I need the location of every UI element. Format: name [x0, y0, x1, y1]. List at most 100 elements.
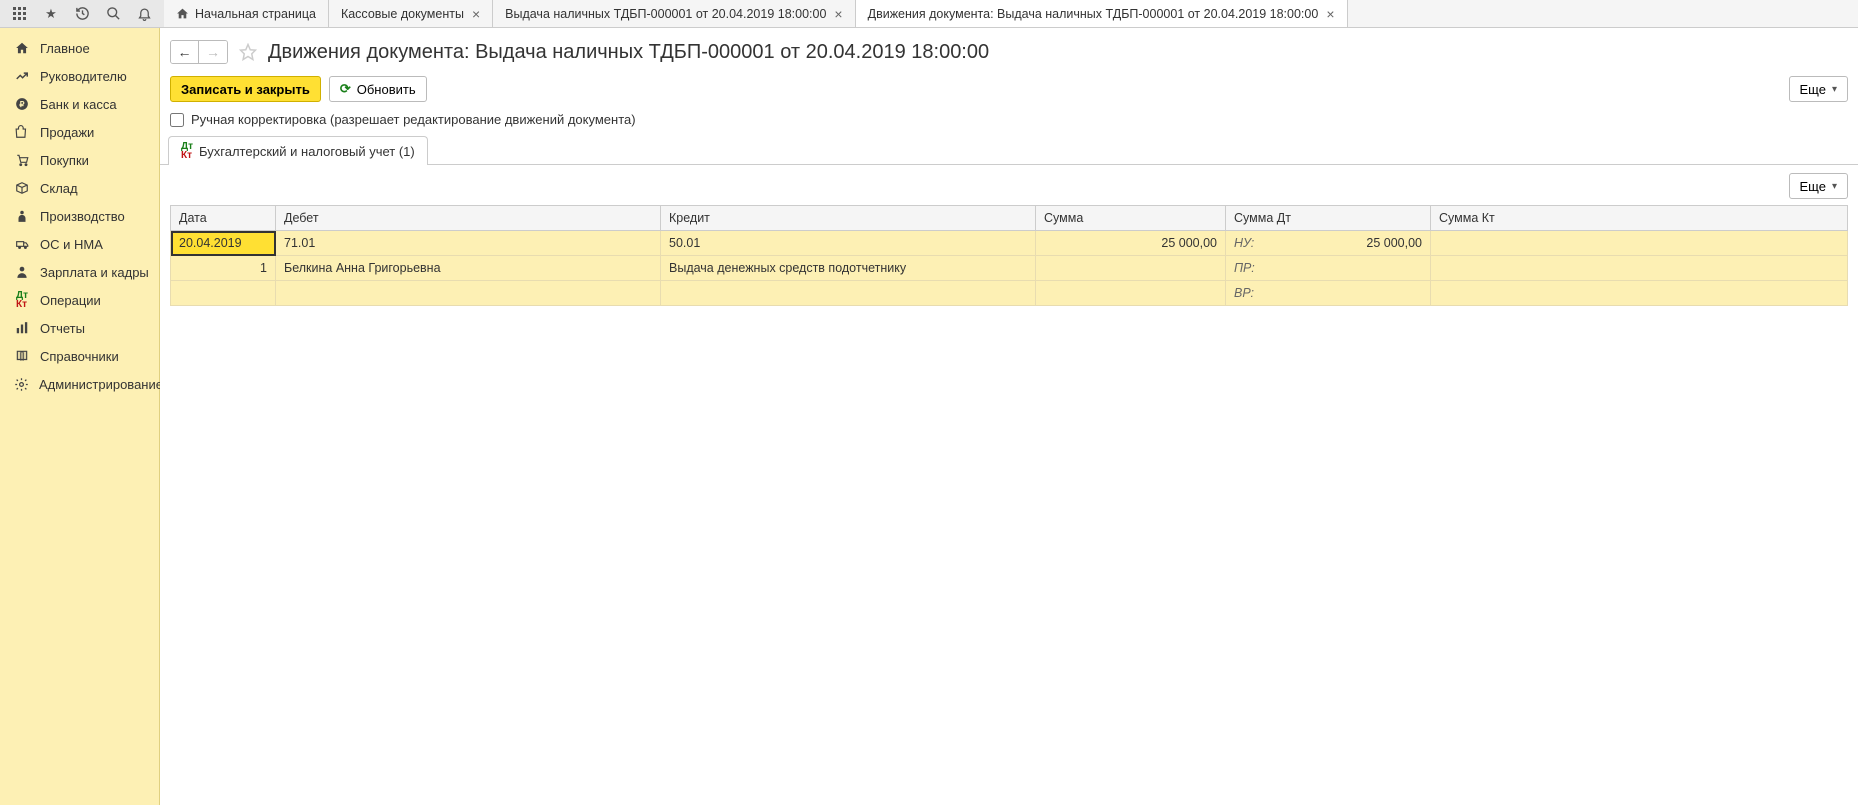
cell-nu[interactable]: НУ:25 000,00	[1226, 231, 1431, 256]
sidebar-item[interactable]: Зарплата и кадры	[0, 258, 159, 286]
home-icon	[176, 7, 189, 20]
tab-label: Кассовые документы	[341, 7, 464, 21]
svg-text:₽: ₽	[19, 100, 24, 109]
sidebar-item[interactable]: Покупки	[0, 146, 159, 174]
accounting-tab[interactable]: ДтКт Бухгалтерский и налоговый учет (1)	[168, 136, 428, 165]
cell-summa[interactable]: 25 000,00	[1036, 231, 1226, 256]
sidebar-item[interactable]: Администрирование	[0, 370, 159, 398]
sidebar-item-label: Производство	[40, 209, 125, 224]
tab[interactable]: Кассовые документы ×	[329, 0, 493, 27]
table-row[interactable]: 20.04.2019 71.01 50.01 25 000,00 НУ:25 0…	[171, 231, 1848, 256]
bag-icon	[14, 124, 30, 140]
chevron-down-icon: ▾	[1832, 181, 1837, 192]
cell-debet-sub[interactable]: Белкина Анна Григорьевна	[276, 256, 661, 281]
sidebar-item[interactable]: ОС и НМА	[0, 230, 159, 258]
table-row[interactable]: 1 Белкина Анна Григорьевна Выдача денежн…	[171, 256, 1848, 281]
sidebar-item[interactable]: Главное	[0, 34, 159, 62]
accounting-tab-label: Бухгалтерский и налоговый учет (1)	[199, 144, 415, 159]
postings-table: Дата Дебет Кредит Сумма Сумма Дт Сумма К…	[170, 205, 1848, 306]
col-kredit[interactable]: Кредит	[661, 206, 1036, 231]
cell-empty-a[interactable]	[171, 281, 276, 306]
cell-debet-acc[interactable]: 71.01	[276, 231, 661, 256]
bell-icon[interactable]	[136, 6, 152, 22]
sidebar-item[interactable]: Склад	[0, 174, 159, 202]
manual-correction-label: Ручная корректировка (разрешает редактир…	[191, 112, 636, 127]
gear-icon	[14, 376, 29, 392]
refresh-icon: ⟳	[340, 81, 351, 97]
col-summa-kt[interactable]: Сумма Кт	[1431, 206, 1848, 231]
home-icon	[14, 40, 30, 56]
more-button[interactable]: Еще ▾	[1789, 76, 1848, 102]
sidebar-item-label: Главное	[40, 41, 90, 56]
favorite-toggle[interactable]	[238, 42, 258, 62]
table-more-button[interactable]: Еще ▾	[1789, 173, 1848, 199]
system-icons: ★	[0, 0, 164, 27]
apps-icon[interactable]	[12, 6, 28, 22]
sidebar-item[interactable]: ДтКтОперации	[0, 286, 159, 314]
sidebar-item-label: Администрирование	[39, 377, 163, 392]
sidebar-item-label: Операции	[40, 293, 101, 308]
cell-empty-c[interactable]	[661, 281, 1036, 306]
close-icon[interactable]: ×	[472, 7, 480, 21]
page-title: Движения документа: Выдача наличных ТДБП…	[268, 41, 989, 64]
sidebar-item[interactable]: Производство	[0, 202, 159, 230]
sidebar-item-label: Зарплата и кадры	[40, 265, 149, 280]
cell-num[interactable]: 1	[171, 256, 276, 281]
sidebar-item-label: Руководителю	[40, 69, 127, 84]
close-icon[interactable]: ×	[1326, 7, 1334, 21]
bars-icon	[14, 320, 30, 336]
col-summa-dt[interactable]: Сумма Дт	[1226, 206, 1431, 231]
dtkt-icon: ДтКт	[181, 142, 193, 160]
forward-button[interactable]: →	[199, 41, 227, 63]
sidebar-item[interactable]: Руководителю	[0, 62, 159, 90]
sidebar-item[interactable]: ₽ Банк и касса	[0, 90, 159, 118]
book-icon	[14, 348, 30, 364]
refresh-button[interactable]: ⟳ Обновить	[329, 76, 427, 102]
col-date[interactable]: Дата	[171, 206, 276, 231]
cell-summa-kt-3[interactable]	[1431, 281, 1848, 306]
tab-label: Движения документа: Выдача наличных ТДБП…	[868, 7, 1319, 21]
manual-correction-checkbox[interactable]	[170, 113, 184, 127]
top-toolbar: ★ Начальная страницаКассовые документы×В…	[0, 0, 1858, 28]
close-icon[interactable]: ×	[834, 7, 842, 21]
favorites-icon[interactable]: ★	[43, 6, 59, 22]
tab-bar: Начальная страницаКассовые документы×Выд…	[164, 0, 1858, 27]
sidebar-item[interactable]: Справочники	[0, 342, 159, 370]
tab[interactable]: Начальная страница	[164, 0, 329, 27]
workman-icon	[14, 208, 30, 224]
nav-arrows: ← →	[170, 40, 228, 64]
cell-date[interactable]: 20.04.2019	[171, 231, 276, 256]
sidebar-item[interactable]: Отчеты	[0, 314, 159, 342]
cell-summa-kt-1[interactable]	[1431, 231, 1848, 256]
col-debet[interactable]: Дебет	[276, 206, 661, 231]
search-icon[interactable]	[105, 6, 121, 22]
history-icon[interactable]	[74, 6, 90, 22]
cell-kredit-acc[interactable]: 50.01	[661, 231, 1036, 256]
table-row[interactable]: ВР:	[171, 281, 1848, 306]
box-icon	[14, 180, 30, 196]
col-summa[interactable]: Сумма	[1036, 206, 1226, 231]
sidebar-item[interactable]: Продажи	[0, 118, 159, 146]
cell-empty-d[interactable]	[1036, 281, 1226, 306]
truck-icon	[14, 236, 30, 252]
sidebar-item-label: Покупки	[40, 153, 89, 168]
sidebar-item-label: Банк и касса	[40, 97, 117, 112]
cell-kredit-sub[interactable]: Выдача денежных средств подотчетнику	[661, 256, 1036, 281]
table-more-label: Еще	[1800, 179, 1826, 194]
tab[interactable]: Движения документа: Выдача наличных ТДБП…	[856, 0, 1348, 27]
refresh-label: Обновить	[357, 82, 416, 97]
chevron-down-icon: ▾	[1832, 84, 1837, 95]
back-button[interactable]: ←	[171, 41, 199, 63]
cell-empty-b[interactable]	[276, 281, 661, 306]
cell-summa-2[interactable]	[1036, 256, 1226, 281]
cell-vr[interactable]: ВР:	[1226, 281, 1431, 306]
content-area: ← → Движения документа: Выдача наличных …	[160, 28, 1858, 805]
sidebar-item-label: Склад	[40, 181, 78, 196]
tab[interactable]: Выдача наличных ТДБП-000001 от 20.04.201…	[493, 0, 855, 27]
sidebar-item-label: Справочники	[40, 349, 119, 364]
trend-icon	[14, 68, 30, 84]
cell-summa-kt-2[interactable]	[1431, 256, 1848, 281]
cell-pr[interactable]: ПР:	[1226, 256, 1431, 281]
ruble-icon: ₽	[14, 96, 30, 112]
save-close-button[interactable]: Записать и закрыть	[170, 76, 321, 102]
